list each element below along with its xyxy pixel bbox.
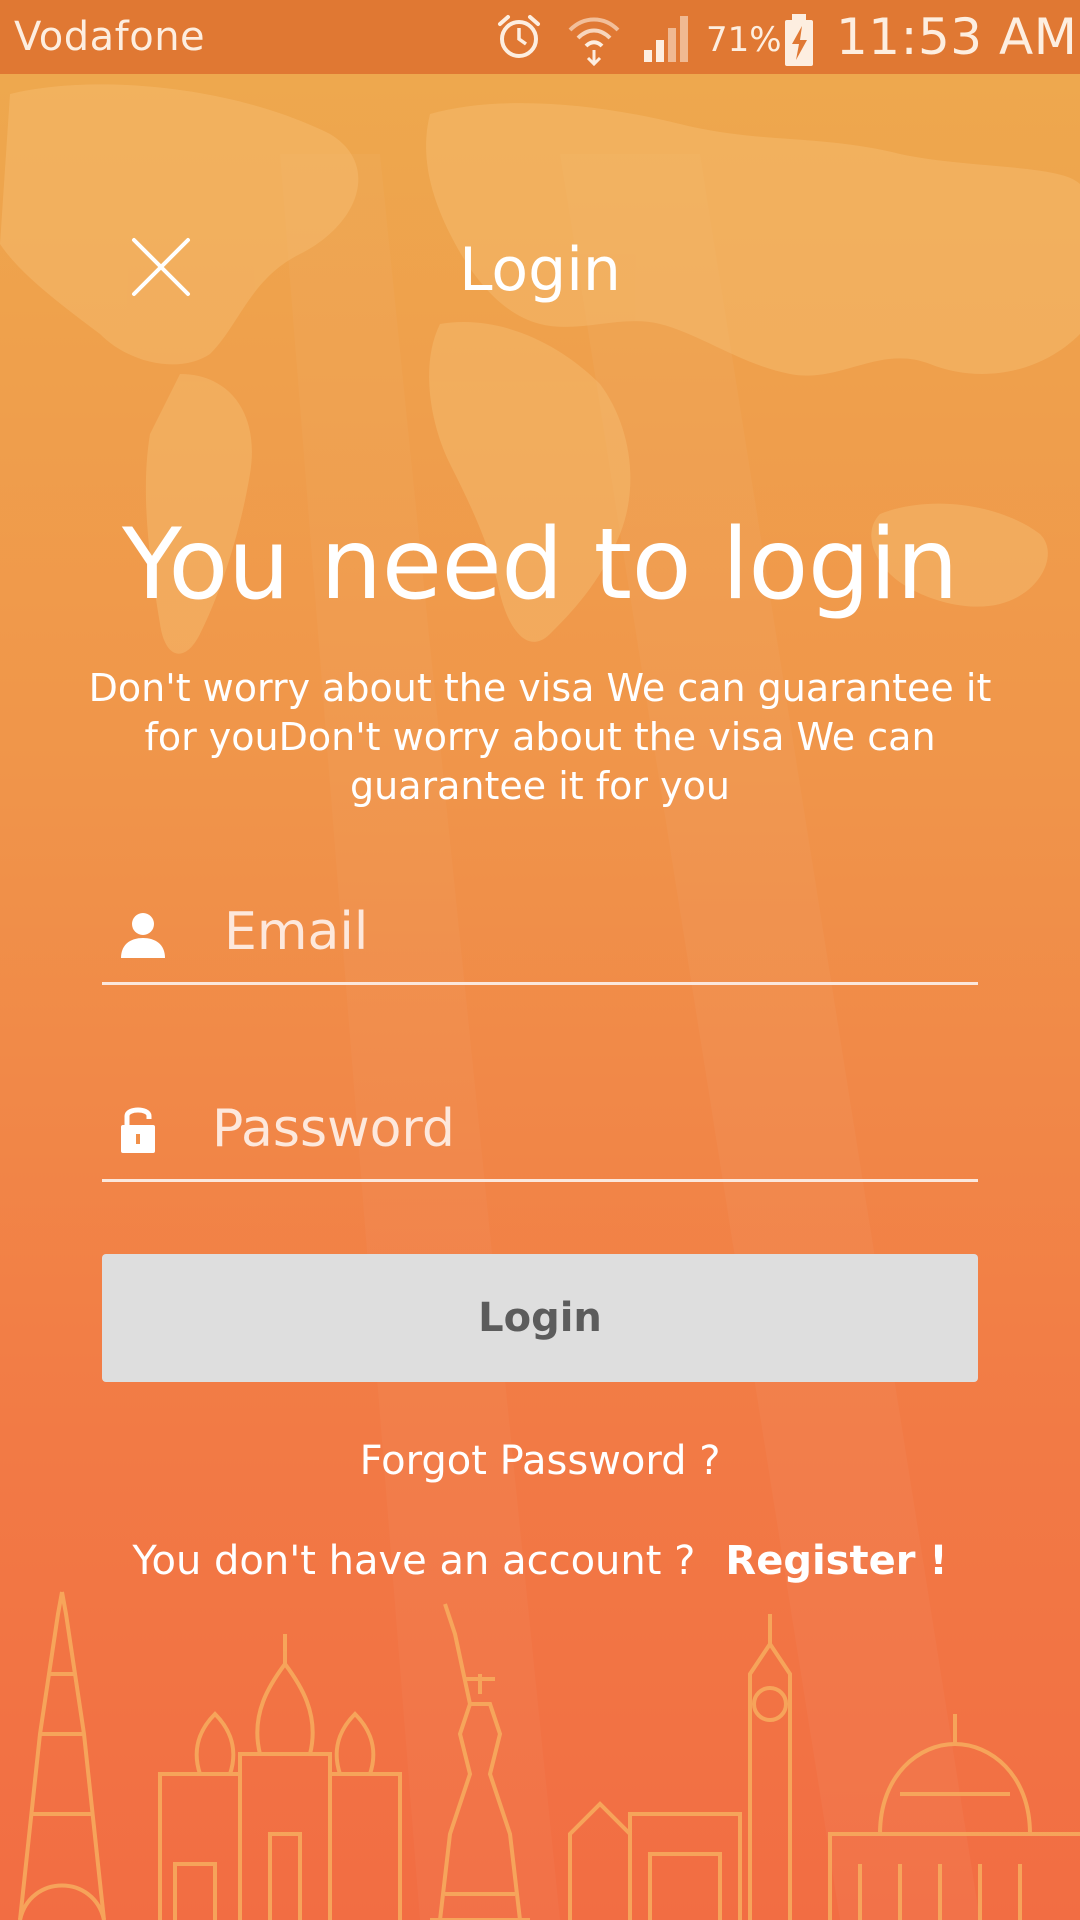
headline: You need to login bbox=[122, 508, 958, 622]
lock-icon bbox=[121, 1107, 155, 1153]
battery-charging-icon bbox=[785, 14, 813, 66]
wifi-icon bbox=[568, 17, 620, 66]
alarm-icon bbox=[498, 15, 540, 58]
background-illustration bbox=[0, 84, 1080, 1920]
user-icon bbox=[121, 913, 165, 958]
forgot-password-link[interactable]: Forgot Password ? bbox=[0, 1438, 1080, 1484]
password-field[interactable] bbox=[102, 1083, 978, 1182]
page-title: Login bbox=[459, 235, 621, 305]
carrier-name: Vodafone bbox=[14, 14, 206, 60]
battery-percent: 71% bbox=[706, 20, 782, 60]
register-row: You don't have an account ? Register ! bbox=[0, 1538, 1080, 1584]
register-link[interactable]: Register ! bbox=[725, 1538, 947, 1584]
status-bar: Vodafone 71% 11:53 AM bbox=[0, 0, 1080, 74]
password-input[interactable] bbox=[212, 1097, 942, 1161]
clock: 11:53 AM bbox=[836, 8, 1078, 66]
email-input[interactable] bbox=[224, 900, 954, 964]
login-button[interactable]: Login bbox=[102, 1254, 978, 1382]
email-field[interactable] bbox=[102, 886, 978, 985]
cellular-signal-icon bbox=[644, 16, 688, 62]
no-account-text: You don't have an account ? bbox=[132, 1538, 696, 1584]
subtitle: Don't worry about the visa We can guaran… bbox=[88, 666, 992, 808]
